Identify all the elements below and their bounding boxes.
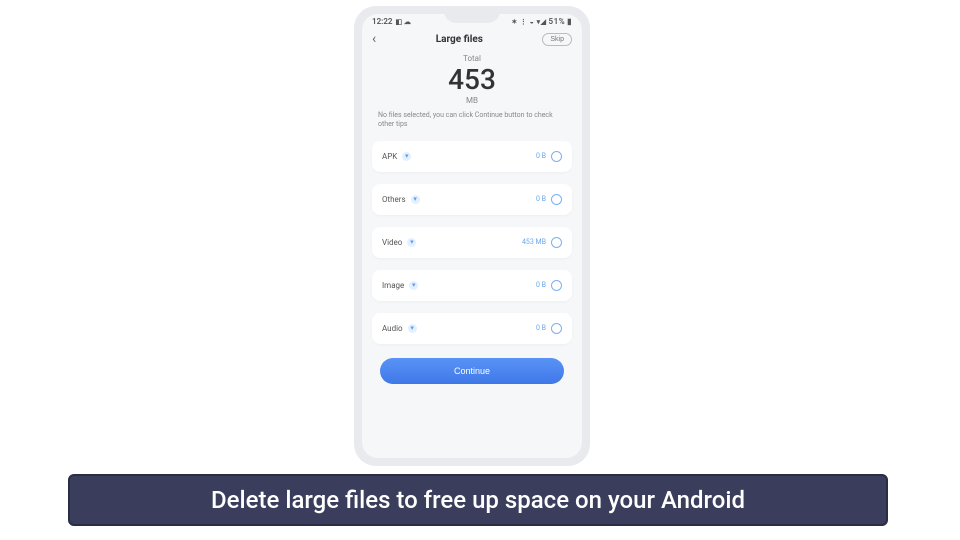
chevron-down-icon[interactable]: ▾ <box>402 152 411 161</box>
category-label: Audio <box>382 324 403 333</box>
chevron-down-icon[interactable]: ▾ <box>408 324 417 333</box>
total-value: 453 <box>378 65 566 96</box>
category-label: Video <box>382 238 402 247</box>
category-size: 0 B <box>536 195 546 203</box>
category-select-radio[interactable] <box>551 194 562 205</box>
total-hint: No files selected, you can click Continu… <box>378 111 566 129</box>
category-select-radio[interactable] <box>551 151 562 162</box>
category-others[interactable]: Others ▾ 0 B <box>372 184 572 215</box>
total-section: Total 453 MB No files selected, you can … <box>362 50 582 135</box>
category-apk[interactable]: APK ▾ 0 B <box>372 141 572 172</box>
category-size: 0 B <box>536 281 546 289</box>
category-label: Image <box>382 281 404 290</box>
category-label: APK <box>382 152 397 161</box>
category-size: 0 B <box>536 324 546 332</box>
category-list: APK ▾ 0 B Others ▾ 0 B <box>362 135 582 344</box>
chevron-down-icon[interactable]: ▾ <box>411 195 420 204</box>
category-select-radio[interactable] <box>551 280 562 291</box>
status-left-icons: ◧ ☁ <box>395 18 410 26</box>
status-battery-text: 51% <box>549 17 566 26</box>
back-button[interactable]: ‹ <box>372 32 376 46</box>
category-label: Others <box>382 195 406 204</box>
battery-icon: ▮ <box>567 17 572 26</box>
page-title: Large files <box>436 34 483 45</box>
phone-notch <box>444 14 500 23</box>
category-select-radio[interactable] <box>551 323 562 334</box>
skip-button[interactable]: Skip <box>542 33 572 46</box>
header-bar: ‹ Large files Skip <box>362 26 582 50</box>
category-size: 0 B <box>536 152 546 160</box>
category-video[interactable]: Video ▾ 453 MB <box>372 227 572 258</box>
total-unit: MB <box>378 96 566 105</box>
chevron-down-icon[interactable]: ▾ <box>407 238 416 247</box>
category-size: 453 MB <box>522 238 546 246</box>
total-label: Total <box>378 54 566 63</box>
status-time: 12:22 <box>372 17 392 26</box>
category-image[interactable]: Image ▾ 0 B <box>372 270 572 301</box>
phone-frame: 12:22 ◧ ☁ ✶ ⋮ ◒ ▾◢ 51% ▮ ‹ Large files S… <box>354 6 590 466</box>
continue-button[interactable]: Continue <box>380 358 564 384</box>
phone-screen: 12:22 ◧ ☁ ✶ ⋮ ◒ ▾◢ 51% ▮ ‹ Large files S… <box>362 14 582 458</box>
category-select-radio[interactable] <box>551 237 562 248</box>
chevron-down-icon[interactable]: ▾ <box>409 281 418 290</box>
status-right-icons: ✶ ⋮ ◒ ▾◢ <box>511 18 546 26</box>
caption-banner: Delete large files to free up space on y… <box>68 474 888 526</box>
category-audio[interactable]: Audio ▾ 0 B <box>372 313 572 344</box>
